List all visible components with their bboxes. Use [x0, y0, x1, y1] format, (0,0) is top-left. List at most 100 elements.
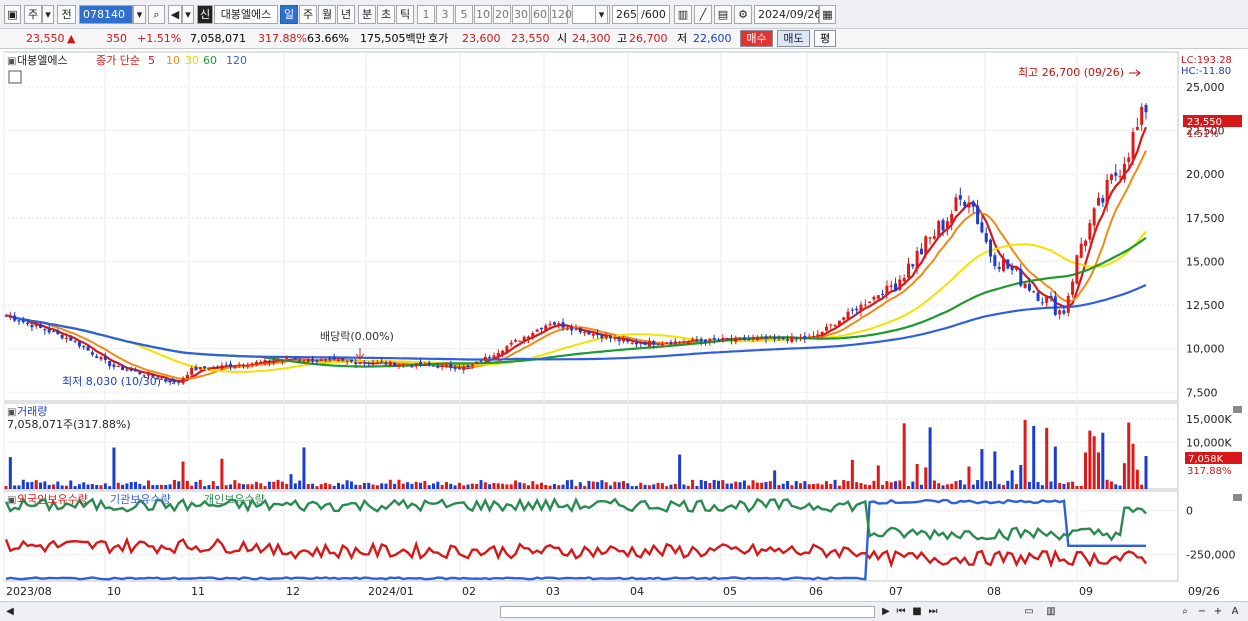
- volume-bar-253: [1097, 452, 1100, 489]
- interval-dropdown-icon[interactable]: ▾: [595, 5, 608, 24]
- period-tab-5[interactable]: 초: [377, 5, 395, 24]
- candle-body-4: [21, 319, 25, 323]
- split-icon[interactable]: ▥: [1044, 605, 1058, 619]
- candle-body-156: [678, 341, 682, 343]
- volume-bar-230: [997, 484, 1001, 489]
- volume-bar-86: [375, 485, 379, 489]
- volume-bar-60: [263, 486, 267, 489]
- volume-bar-164: [712, 479, 716, 489]
- volume-bar-145: [630, 486, 634, 489]
- candle-body-212: [919, 248, 923, 255]
- count-input[interactable]: 265: [612, 5, 638, 24]
- volume-title: 거래량: [17, 405, 47, 418]
- volume-bar-92: [401, 483, 405, 489]
- interval-button-120[interactable]: 120: [550, 5, 572, 24]
- stock-chart[interactable]: 7,50010,00012,50015,00017,50020,00022,50…: [0, 50, 1248, 621]
- market-dropdown-icon[interactable]: ▾: [42, 5, 54, 24]
- chart-menu-icon[interactable]: ▣: [4, 5, 21, 24]
- zoom-out-icon[interactable]: −: [1196, 605, 1208, 619]
- prev-button[interactable]: 전: [57, 5, 76, 24]
- candle-body-121: [527, 336, 530, 339]
- candle-body-140: [609, 335, 613, 339]
- candle-type-icon[interactable]: ▥: [674, 5, 692, 24]
- volume-bar-43: [190, 485, 194, 489]
- stock-code-input[interactable]: 078140: [79, 5, 133, 24]
- period-tab-6[interactable]: 틱: [396, 5, 414, 24]
- candle-body-58: [254, 361, 258, 365]
- volume-bar-134: [583, 485, 587, 489]
- buy-button[interactable]: 매수: [740, 30, 773, 47]
- legend-stock-name: 대봉엘에스: [17, 54, 68, 67]
- date-input[interactable]: 2024/09/26: [754, 5, 821, 24]
- legend-ma5: 5: [148, 54, 155, 67]
- period-tab-4[interactable]: 분: [358, 5, 376, 24]
- scroll-bar[interactable]: ◀ ▶ ⏮ ■ ⏭ ▭ ▥ ⌕ − + A: [0, 601, 1248, 621]
- scroll-thumb[interactable]: [500, 606, 875, 618]
- zoom-plus-icon[interactable]: +: [1212, 605, 1224, 619]
- candle-body-163: [708, 338, 712, 342]
- candle-body-97: [423, 364, 427, 366]
- volume-panel-close-icon[interactable]: [1233, 406, 1242, 413]
- volume-bar-199: [863, 484, 867, 489]
- scroll-left-icon[interactable]: ◀: [4, 605, 16, 619]
- code-dropdown-icon[interactable]: ▾: [133, 5, 146, 24]
- volume-bar-26: [116, 482, 120, 489]
- save-icon[interactable]: ▤: [714, 5, 732, 24]
- search-icon[interactable]: ⌕: [148, 5, 165, 24]
- candle-body-98: [427, 362, 431, 366]
- volume-bar-240: [1040, 485, 1044, 489]
- candle-body-137: [596, 332, 600, 336]
- stop-icon[interactable]: ■: [910, 605, 924, 619]
- rewind-icon[interactable]: ⏮: [894, 605, 908, 619]
- candle-body-210: [911, 264, 915, 267]
- volume-bar-197: [855, 482, 859, 489]
- candle-body-86: [375, 362, 379, 364]
- eval-button[interactable]: 평: [814, 30, 836, 47]
- volume-bar-90: [393, 483, 397, 489]
- candle-body-37: [164, 378, 168, 381]
- period-tab-1[interactable]: 주: [299, 5, 317, 24]
- draw-tool-icon[interactable]: ╱: [694, 5, 712, 24]
- candle-body-123: [535, 329, 539, 332]
- zoom-in-icon[interactable]: ⌕: [1178, 605, 1192, 619]
- candle-body-222: [963, 201, 967, 207]
- forward-icon[interactable]: ⏭: [926, 605, 940, 619]
- period-tab-3[interactable]: 년: [337, 5, 355, 24]
- candle-body-231: [1002, 259, 1005, 271]
- interval-button-3[interactable]: 3: [436, 5, 454, 24]
- stock-name: 대봉엘에스: [214, 5, 278, 24]
- interval-button-60[interactable]: 60: [531, 5, 549, 24]
- scroll-right-icon[interactable]: ▶: [880, 605, 892, 619]
- interval-button-30[interactable]: 30: [512, 5, 530, 24]
- candle-body-128: [557, 323, 561, 325]
- volume-bar-176: [764, 481, 768, 489]
- interval-button-5[interactable]: 5: [455, 5, 473, 24]
- speaker-dropdown-icon[interactable]: ▾: [182, 5, 194, 24]
- volume-bar-109: [475, 484, 479, 489]
- candle-body-104: [453, 368, 457, 370]
- grid-toggle-icon[interactable]: [8, 70, 22, 84]
- volume-bar-215: [932, 480, 936, 489]
- change-percent: +1.51%: [137, 32, 182, 45]
- market-select[interactable]: 주: [24, 5, 42, 24]
- period-tab-2[interactable]: 월: [318, 5, 336, 24]
- sell-button[interactable]: 매도: [777, 30, 810, 47]
- holding-panel-close-icon[interactable]: [1233, 494, 1242, 501]
- font-size-icon[interactable]: A: [1228, 605, 1242, 619]
- settings-gear-icon[interactable]: ⚙: [734, 5, 752, 24]
- candle-body-114: [496, 352, 500, 357]
- period-tab-0[interactable]: 일: [280, 5, 298, 24]
- speaker-icon[interactable]: ◀: [168, 5, 182, 24]
- interval-button-20[interactable]: 20: [493, 5, 511, 24]
- interval-button-10[interactable]: 10: [474, 5, 492, 24]
- calendar-icon[interactable]: ▦: [819, 5, 836, 24]
- layout-icon[interactable]: ▭: [1022, 605, 1036, 619]
- interval-button-1[interactable]: 1: [417, 5, 435, 24]
- x-tick-0: 2023/08: [6, 585, 52, 598]
- candle-body-109: [475, 361, 479, 364]
- candle-body-219: [950, 214, 954, 224]
- candle-body-175: [760, 337, 764, 339]
- candle-body-85: [371, 362, 375, 364]
- volume-bar-205: [889, 482, 893, 489]
- candle-body-20: [90, 352, 94, 355]
